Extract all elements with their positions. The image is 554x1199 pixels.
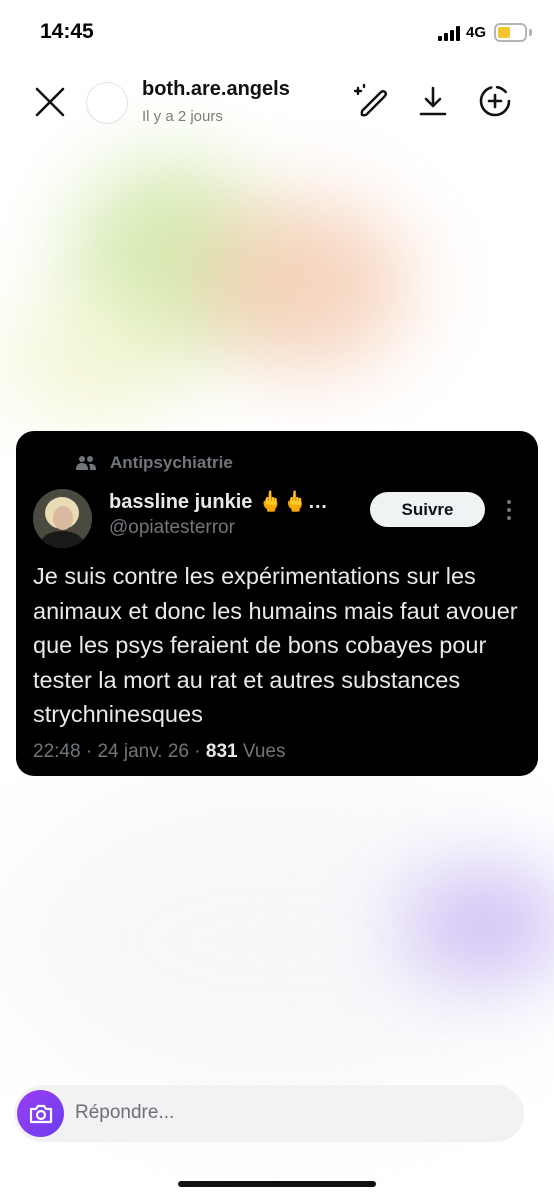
tweet-card[interactable]: Antipsychiatrie bassline junkie 🖕🖕… @opi…: [16, 431, 538, 776]
status-time: 14:45: [40, 20, 94, 43]
story-username[interactable]: both.are.angels: [142, 78, 290, 101]
tweet-time: 22:48: [33, 741, 81, 762]
tweet-text: Je suis contre les expérimentations sur …: [33, 563, 518, 727]
signal-strength-icon: [438, 26, 463, 41]
tweet-handle[interactable]: @opiatesterror: [109, 517, 235, 539]
meta-separator: ·: [194, 741, 201, 762]
tweet-date: 24 janv. 26: [97, 741, 189, 762]
more-vertical-icon[interactable]: [501, 497, 517, 523]
reply-input[interactable]: Répondre...: [14, 1085, 524, 1142]
battery-cap: [529, 29, 532, 36]
tweet-community[interactable]: Antipsychiatrie: [76, 453, 233, 473]
meta-separator: ·: [85, 741, 93, 762]
home-indicator[interactable]: [178, 1181, 376, 1187]
status-bar: 14:45 4G: [0, 0, 554, 64]
reply-placeholder: Répondre...: [75, 1102, 175, 1123]
story-avatar[interactable]: [86, 82, 128, 124]
community-icon: [76, 456, 96, 470]
story-time-ago: Il y a 2 jours: [142, 108, 223, 125]
tweet-display-name[interactable]: bassline junkie 🖕🖕…: [109, 489, 328, 514]
background-blur: [400, 870, 554, 980]
tweet-meta: 22:48 · 24 janv. 26 · 831 Vues: [33, 741, 285, 763]
camera-icon[interactable]: [17, 1090, 64, 1137]
close-icon[interactable]: [30, 82, 70, 122]
follow-button[interactable]: Suivre: [370, 492, 485, 527]
add-to-story-icon[interactable]: [476, 82, 514, 120]
background-blur: [200, 200, 410, 370]
views-count: 831: [205, 741, 238, 762]
background-blur: [0, 780, 554, 1100]
draw-icon[interactable]: [353, 82, 391, 120]
avatar[interactable]: [33, 489, 92, 548]
community-name: Antipsychiatrie: [110, 453, 233, 472]
background-blur: [0, 300, 180, 420]
background-blur: [70, 160, 270, 360]
network-type: 4G: [466, 24, 487, 41]
download-icon[interactable]: [414, 82, 452, 120]
battery-icon: [494, 23, 527, 42]
views-label: Vues: [242, 741, 286, 762]
battery-level: [498, 27, 510, 38]
